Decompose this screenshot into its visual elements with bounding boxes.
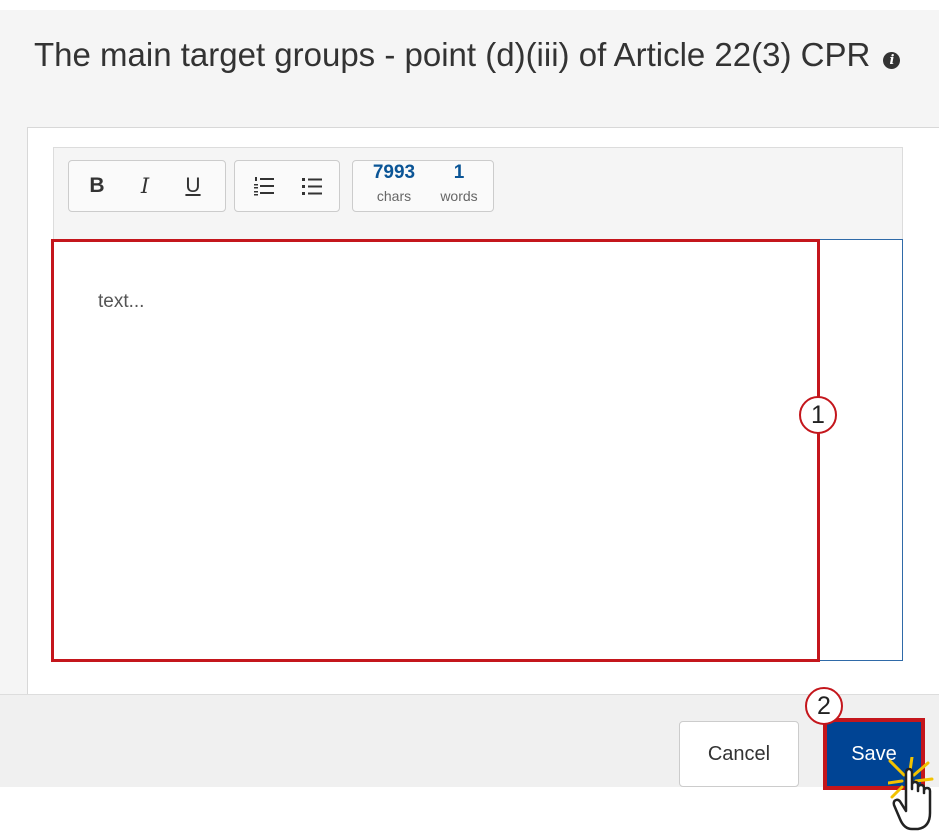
bullet-list-icon[interactable] [291,161,333,211]
hand-pointer-icon [888,757,934,831]
bold-button[interactable]: B [77,161,117,211]
editor-placeholder: text... [98,291,145,312]
page-title-text: The main target groups - point (d)(iii) … [34,36,871,73]
cancel-button[interactable]: Cancel [679,721,799,787]
chars-count: 7993 [372,162,416,183]
callout-1: 1 [799,396,837,434]
callout-2: 2 [805,687,843,725]
chars-label: chars [376,188,412,204]
ordered-list-icon[interactable] [243,161,285,211]
words-label: words [440,188,478,204]
words-count: 1 [453,162,465,183]
page-title: The main target groups - point (d)(iii) … [34,36,924,73]
character-counter: 7993 chars 1 words [352,160,494,212]
info-icon[interactable]: i [883,52,901,69]
format-button-group: B I U [68,160,226,212]
text-editor[interactable] [53,239,903,661]
list-button-group [234,160,340,212]
italic-button[interactable]: I [125,161,165,211]
underline-button[interactable]: U [173,161,213,211]
